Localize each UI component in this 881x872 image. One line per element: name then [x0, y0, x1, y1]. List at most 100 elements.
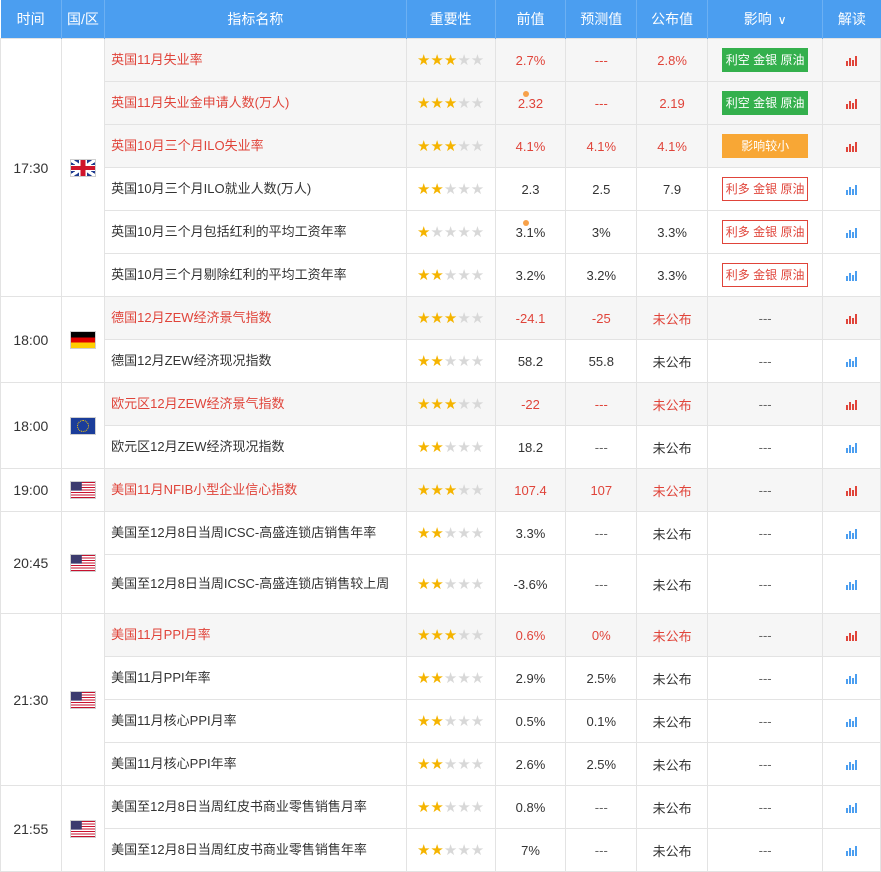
- actual-cell: 3.3%: [636, 210, 708, 254]
- header-importance: 重要性: [406, 0, 496, 39]
- actual-value: 未公布: [652, 440, 692, 456]
- bar-chart-icon[interactable]: [845, 631, 858, 642]
- indicator-name[interactable]: 欧元区12月ZEW经济景气指数: [104, 382, 407, 426]
- table-row[interactable]: 18:00 德国12月ZEW经济景气指数 ★★★★★ -24.1 -25 未公布 ---: [0, 296, 881, 383]
- interpret-cell[interactable]: [822, 828, 881, 872]
- table-header: 时间 国/区 指标名称 重要性 前值 预测值 公布值 影响 ∨ 解读: [0, 0, 881, 39]
- indicator-name[interactable]: 美国至12月8日当周ICSC-高盛连锁店销售较上周: [104, 554, 407, 614]
- table-row[interactable]: 英国10月三个月ILO就业人数(万人) ★★★★★ 2.3 2.5 7.9 利多 金银 原…: [1, 167, 881, 211]
- impact-value: ---: [758, 756, 772, 772]
- indicator-name[interactable]: 美国11月NFIB小型企业信心指数: [104, 468, 407, 512]
- indicator-name[interactable]: 德国12月ZEW经济现况指数: [104, 339, 407, 383]
- impact-cell: ---: [706, 425, 824, 469]
- interpret-cell[interactable]: [822, 742, 881, 786]
- bar-chart-icon[interactable]: [845, 228, 858, 239]
- bar-chart-icon[interactable]: [845, 185, 858, 196]
- table-row[interactable]: 19:00 美国11月NFIB小型企业信心指数 ★★★★★ 107.4 107 未公布 --…: [0, 468, 881, 512]
- star-icon: ★: [443, 756, 458, 773]
- table-row[interactable]: 美国11月核心PPI年率 ★★★★★ 2.6% 2.5% 未公布 ---: [1, 742, 881, 786]
- bar-chart-icon[interactable]: [845, 56, 858, 67]
- indicator-name[interactable]: 欧元区12月ZEW经济现况指数: [104, 425, 407, 469]
- table-row[interactable]: 18:00 欧元区12月ZEW经济景气指数 ★★★★★ -22 --- 未公布 ---: [0, 382, 881, 469]
- table-row[interactable]: 21:55 美国至12月8日当周红皮书商业零售销售月率 ★★★★★ 0.8% --- 未公…: [0, 785, 881, 872]
- table-row[interactable]: 欧元区12月ZEW经济现况指数 ★★★★★ 18.2 --- 未公布 ---: [1, 425, 881, 469]
- indicator-name[interactable]: 英国11月失业金申请人数(万人): [104, 81, 407, 125]
- table-row[interactable]: 20:45 美国至12月8日当周ICSC-高盛连锁店销售年率 ★★★★★ 3.3% --…: [0, 511, 881, 614]
- star-icon: ★: [430, 799, 444, 816]
- indicator-name[interactable]: 美国11月PPI月率: [104, 613, 407, 657]
- table-row[interactable]: 英国10月三个月包括红利的平均工资年率 ★★★★★ 3.1% 3% 3.3% 利多 金银 …: [1, 210, 881, 254]
- previous-value: 0.5%: [515, 713, 546, 729]
- indicator-name[interactable]: 美国至12月8日当周ICSC-高盛连锁店销售年率: [104, 511, 407, 555]
- header-impact-dropdown[interactable]: 影响 ∨: [707, 0, 824, 39]
- bar-chart-icon[interactable]: [845, 142, 858, 153]
- interpret-cell[interactable]: [822, 382, 881, 426]
- interpret-cell[interactable]: [822, 38, 881, 82]
- indicator-name[interactable]: 英国10月三个月ILO就业人数(万人): [104, 167, 407, 211]
- impact-cell: 影响较小: [706, 124, 824, 168]
- impact-cell: ---: [706, 382, 824, 426]
- indicator-name[interactable]: 美国11月核心PPI月率: [104, 699, 407, 743]
- indicator-name[interactable]: 德国12月ZEW经济景气指数: [104, 296, 407, 340]
- forecast-cell: ---: [565, 81, 638, 125]
- bar-chart-icon[interactable]: [845, 271, 858, 282]
- table-row[interactable]: 英国11月失业金申请人数(万人) ★★★★★ 2.32 --- 2.19 利空 金银 原油: [1, 81, 881, 125]
- bar-chart-icon[interactable]: [845, 443, 858, 454]
- table-row[interactable]: 美国至12月8日当周ICSC-高盛连锁店销售较上周 ★★★★★ -3.6% --- 未公…: [1, 554, 881, 614]
- table-row[interactable]: 美国11月PPI年率 ★★★★★ 2.9% 2.5% 未公布 ---: [1, 656, 881, 700]
- table-row[interactable]: 英国10月三个月剔除红利的平均工资年率 ★★★★★ 3.2% 3.2% 3.3% 利多 金…: [1, 253, 881, 297]
- indicator-name[interactable]: 英国11月失业率: [104, 38, 407, 82]
- table-row[interactable]: 德国12月ZEW经济现况指数 ★★★★★ 58.2 55.8 未公布 ---: [1, 339, 881, 383]
- indicator-name[interactable]: 美国至12月8日当周红皮书商业零售销售年率: [104, 828, 407, 872]
- bar-chart-icon[interactable]: [845, 717, 858, 728]
- star-icon: ★: [470, 95, 485, 112]
- impact-badge: 影响较小: [722, 134, 809, 158]
- time-cell: 21:55: [0, 785, 62, 872]
- bar-chart-icon[interactable]: [845, 400, 858, 411]
- forecast-value: ---: [594, 52, 608, 68]
- interpret-cell[interactable]: [822, 425, 881, 469]
- star-icon: ★: [443, 439, 458, 456]
- table-row[interactable]: 17:30 英国11月失业率 ★★★★★ 2.7% --- 2.8% 利空 金银 原油: [0, 38, 881, 297]
- interpret-cell[interactable]: [822, 339, 881, 383]
- bar-chart-icon[interactable]: [845, 760, 858, 771]
- indicator-name[interactable]: 美国11月核心PPI年率: [104, 742, 407, 786]
- indicator-name[interactable]: 美国至12月8日当周红皮书商业零售销售月率: [104, 785, 407, 829]
- interpret-cell[interactable]: [822, 511, 881, 555]
- indicator-name[interactable]: 美国11月PPI年率: [104, 656, 407, 700]
- star-icon: ★: [416, 181, 431, 198]
- table-row[interactable]: 21:30 美国11月PPI月率 ★★★★★ 0.6% 0% 未公布 ---: [0, 613, 881, 786]
- interpret-cell[interactable]: [822, 167, 881, 211]
- interpret-cell[interactable]: [822, 554, 881, 614]
- interpret-cell[interactable]: [822, 124, 881, 168]
- interpret-cell[interactable]: [822, 253, 881, 297]
- interpret-cell[interactable]: [822, 613, 881, 657]
- flag-cell: [60, 296, 106, 383]
- interpret-cell[interactable]: [822, 699, 881, 743]
- indicator-name[interactable]: 英国10月三个月包括红利的平均工资年率: [104, 210, 407, 254]
- previous-value: 18.2: [517, 439, 544, 455]
- bar-chart-icon[interactable]: [845, 580, 858, 591]
- table-row[interactable]: 美国11月核心PPI月率 ★★★★★ 0.5% 0.1% 未公布 ---: [1, 699, 881, 743]
- bar-chart-icon[interactable]: [845, 314, 858, 325]
- indicator-name[interactable]: 英国10月三个月剔除红利的平均工资年率: [104, 253, 407, 297]
- star-icon: ★: [443, 482, 458, 499]
- bar-chart-icon[interactable]: [845, 99, 858, 110]
- interpret-cell[interactable]: [822, 81, 881, 125]
- bar-chart-icon[interactable]: [845, 674, 858, 685]
- actual-value: 未公布: [652, 354, 692, 370]
- interpret-cell[interactable]: [822, 468, 881, 512]
- actual-cell: 未公布: [636, 828, 708, 872]
- indicator-name[interactable]: 英国10月三个月ILO失业率: [104, 124, 407, 168]
- previous-value: -24.1: [515, 310, 546, 326]
- interpret-cell[interactable]: [822, 785, 881, 829]
- bar-chart-icon[interactable]: [845, 529, 858, 540]
- bar-chart-icon[interactable]: [845, 486, 858, 497]
- interpret-cell[interactable]: [822, 210, 881, 254]
- table-row[interactable]: 英国10月三个月ILO失业率 ★★★★★ 4.1% 4.1% 4.1% 影响较小: [1, 124, 881, 168]
- interpret-cell[interactable]: [822, 296, 881, 340]
- bar-chart-icon[interactable]: [845, 803, 858, 814]
- table-row[interactable]: 美国至12月8日当周红皮书商业零售销售年率 ★★★★★ 7% --- 未公布 ---: [1, 828, 881, 872]
- interpret-cell[interactable]: [822, 656, 881, 700]
- bar-chart-icon[interactable]: [845, 357, 858, 368]
